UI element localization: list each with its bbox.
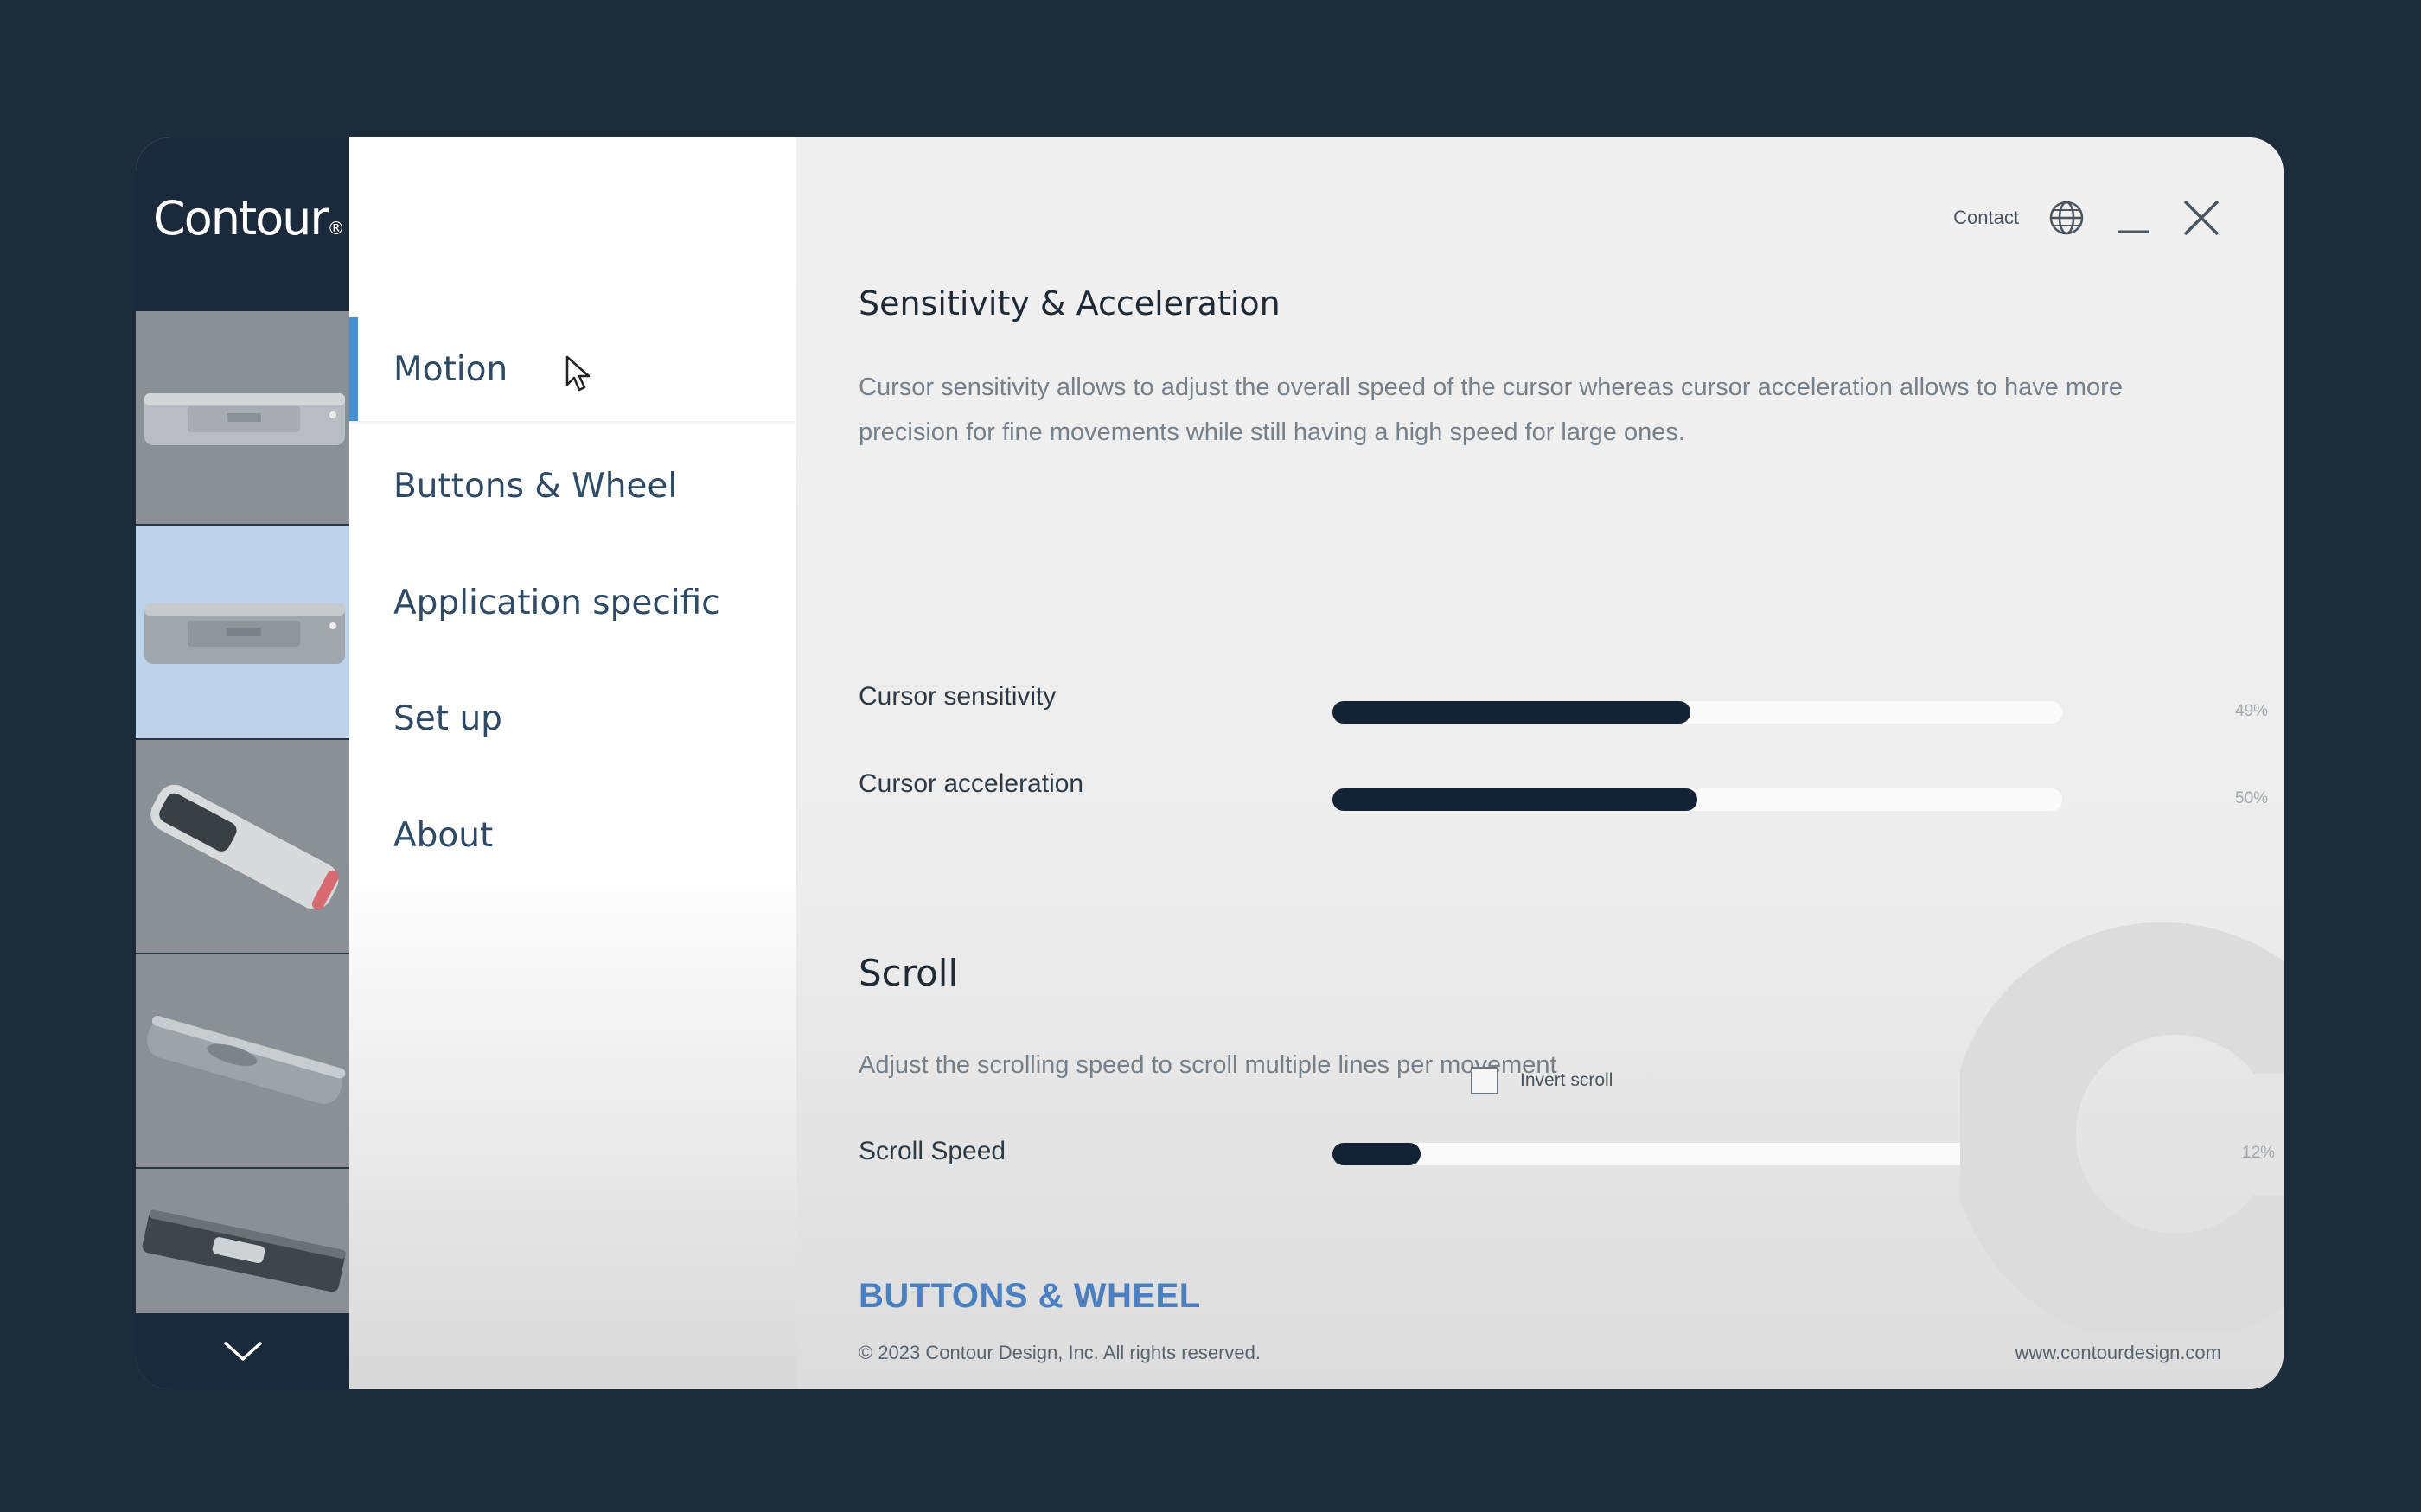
rollermouse-keyboard-icon <box>142 1209 346 1292</box>
nav-item-set-up[interactable]: Set up <box>349 667 796 770</box>
window-controls: Contact <box>1953 198 2221 238</box>
globe-icon[interactable] <box>2048 200 2085 236</box>
cursor-sensitivity-label: Cursor sensitivity <box>859 682 1057 711</box>
settings-nav: Motion Buttons & Wheel Application speci… <box>349 137 796 1389</box>
minimize-icon[interactable] <box>2114 199 2152 237</box>
contour-watermark-icon <box>1960 922 2284 1333</box>
invert-scroll-checkbox[interactable] <box>1471 1067 1498 1094</box>
nav-item-application-specific[interactable]: Application specific <box>349 551 796 654</box>
mouse-cursor-icon <box>565 355 591 392</box>
scroll-speed-fill <box>1332 1143 1421 1165</box>
rollermouse-flat-icon <box>146 1015 346 1104</box>
cursor-sensitivity-value: 49% <box>2235 702 2269 720</box>
device-item-2[interactable] <box>136 526 349 740</box>
device-item-1[interactable] <box>136 311 349 526</box>
device-item-4[interactable] <box>136 954 349 1169</box>
cursor-sensitivity-slider[interactable] <box>1332 701 2062 724</box>
chevron-down-icon <box>223 1342 262 1361</box>
copyright-text: © 2023 Contour Design, Inc. All rights r… <box>859 1342 1261 1363</box>
close-icon[interactable] <box>2181 198 2221 238</box>
nav-item-buttons-wheel[interactable]: Buttons & Wheel <box>349 434 796 538</box>
website-link[interactable]: www.contourdesign.com <box>2015 1342 2221 1364</box>
app-window: Contour® Motion Buttons & Wheel Applicat… <box>136 137 2284 1389</box>
contact-link[interactable]: Contact <box>1953 207 2019 229</box>
invert-scroll-label: Invert scroll <box>1520 1070 1613 1090</box>
sensitivity-description: Cursor sensitivity allows to adjust the … <box>859 373 2123 446</box>
scroll-speed-label: Scroll Speed <box>859 1137 1006 1165</box>
device-item-5[interactable] <box>136 1169 349 1315</box>
next-section-link[interactable]: BUTTONS & WHEEL <box>859 1277 1201 1316</box>
rollermouse-icon <box>144 603 345 664</box>
nav-item-about[interactable]: About <box>349 783 796 887</box>
cursor-acceleration-label: Cursor acceleration <box>859 769 1084 798</box>
cursor-acceleration-slider[interactable] <box>1332 788 2062 811</box>
main-panel: Contact Sensitivity & Acceleration Curso… <box>796 137 2284 1389</box>
scroll-speed-slider[interactable] <box>1332 1143 2069 1165</box>
scroll-title: Scroll <box>859 952 959 994</box>
sensitivity-title: Sensitivity & Acceleration <box>859 284 1281 322</box>
cursor-acceleration-value: 50% <box>2235 789 2269 807</box>
cursor-sensitivity-fill <box>1332 701 1690 724</box>
rollermouse-icon <box>144 393 345 445</box>
device-item-3[interactable] <box>136 740 349 954</box>
cursor-acceleration-fill <box>1332 788 1697 811</box>
contour-logo: Contour® <box>153 191 345 246</box>
device-scroll-down[interactable] <box>136 1313 349 1389</box>
device-sidebar: Contour® <box>136 137 349 1389</box>
rollermouse-angled-icon <box>150 784 339 910</box>
